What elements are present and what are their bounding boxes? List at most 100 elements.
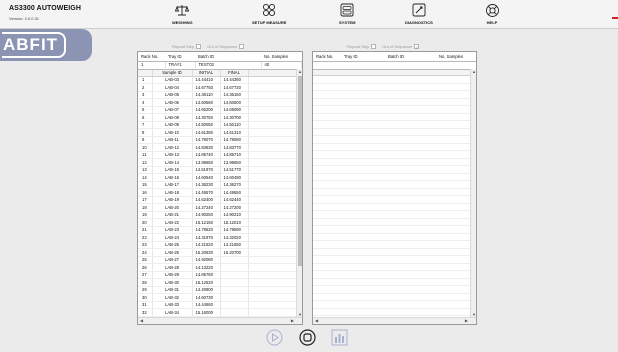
final-weight-cell: 14.90210 [220,211,249,219]
left-vertical-scrollbar[interactable]: ▲ ▼ [296,69,302,317]
left-horizontal-scrollbar[interactable]: ◀ ▶ [138,317,302,324]
final-weight-cell [220,301,249,309]
filler-cell [248,226,297,234]
filler-cell [248,128,297,137]
table-row[interactable]: 13 LAB-15 14.51970 14.51770 [138,166,297,174]
stop-button[interactable] [299,329,316,346]
right-scroll-up-arrow-icon[interactable]: ▲ [471,69,477,74]
sample-id-cell: LAB-34 [152,308,193,317]
row-index: 22 [138,233,153,242]
table-row[interactable]: 17 LAB-19 14.62400 14.62440 [138,196,297,204]
sample-id-cell: LAB-04 [152,83,193,92]
table-row[interactable]: 4 LAB-06 14.60560 14.60600 [138,98,297,107]
right-repeat-step-checkbox[interactable] [371,44,377,49]
row-index: 19 [138,211,153,219]
table-row[interactable]: 27 LAB-29 14.85760 [138,271,297,279]
nav-diagnostics[interactable]: DIAGNOSTICS [405,2,433,27]
filler-cell [248,173,297,182]
initial-weight-cell: 14.60730 [192,293,221,302]
left-options: Repeat Step Out of Sequence [172,44,245,49]
right-repeat-step-option[interactable]: Repeat Step [347,44,377,49]
filler-cell [248,263,297,272]
nav-help[interactable]: HELP [484,2,500,27]
row-index: 12 [138,158,153,167]
table-row[interactable]: 12 LAB-14 13.99650 13.99650 [138,158,297,167]
table-row[interactable]: 22 LAB-24 14.31970 14.32020 [138,233,297,242]
scroll-up-arrow-icon[interactable]: ▲ [297,69,303,74]
filler-cell [248,136,297,144]
final-weight-cell [220,271,249,279]
table-row[interactable]: 14 LAB-16 14.60540 14.60490 [138,173,297,182]
table-row[interactable]: 11 LAB-13 14.85740 14.85710 [138,151,297,159]
table-row[interactable]: 30 LAB-32 14.60730 [138,293,297,302]
sample-id-cell: LAB-15 [152,166,193,174]
initial-weight-cell: 14.92080 [192,256,221,264]
nav-weighing[interactable]: WEIGHING [172,2,193,27]
filler-cell [248,241,297,249]
table-row[interactable]: 25 LAB-27 14.92080 [138,256,297,264]
nav-setup-measure[interactable]: SETUP MEASURE [252,2,286,27]
table-row[interactable]: 26 LAB-28 14.13220 [138,263,297,272]
empty-row [313,166,470,174]
right-vertical-scrollbar[interactable]: ▲ ▼ [470,69,476,317]
right-scroll-right-arrow-icon[interactable]: ▶ [465,318,468,323]
table-row[interactable]: 7 LAB-09 14.50050 14.50110 [138,121,297,129]
table-row[interactable]: 15 LAB-17 14.36230 14.36270 [138,181,297,189]
right-horizontal-scrollbar[interactable]: ◀ ▶ [313,317,476,324]
right-scroll-left-arrow-icon[interactable]: ◀ [315,318,318,323]
empty-row [313,294,470,301]
table-row[interactable]: 9 LAB-11 14.78070 14.78080 [138,136,297,144]
table-row[interactable]: 1 LAB-03 14.44410 14.44360 [138,76,297,84]
row-index: 15 [138,181,153,189]
table-row[interactable]: 24 LAB-26 15.20630 15.20700 [138,248,297,257]
left-rack-row[interactable]: 1 TRAY1 TEST03 40 [138,61,302,68]
filler-cell [248,233,297,242]
table-row[interactable]: 32 LAB-34 15.16000 [138,308,297,317]
play-button[interactable] [266,329,283,346]
nav-system[interactable]: SYSTEM [339,2,355,27]
initial-weight-cell: 15.12150 [192,218,221,227]
row-index: 10 [138,143,153,152]
table-row[interactable]: 31 LAB-33 14.44660 [138,301,297,309]
empty-row [313,91,470,99]
left-out-of-sequence-checkbox[interactable] [239,44,245,49]
table-row[interactable]: 18 LAB-20 14.27240 14.27200 [138,203,297,212]
table-row[interactable]: 10 LAB-12 14.83630 14.83770 [138,143,297,152]
right-out-of-sequence-option[interactable]: Out of Sequence ✓ [382,44,420,50]
left-out-of-sequence-option[interactable]: Out of Sequence [207,44,245,49]
left-repeat-step-checkbox[interactable] [196,44,202,49]
initial-weight-cell: 14.61380 [192,128,221,137]
final-weight-cell [220,256,249,264]
table-row[interactable]: 21 LAB-23 14.78620 14.78590 [138,226,297,234]
scroll-left-arrow-icon[interactable]: ◀ [140,318,143,323]
empty-row [313,189,470,196]
table-row[interactable]: 5 LAB-07 14.65200 14.65090 [138,106,297,114]
table-row[interactable]: 6 LAB-08 14.30750 14.30700 [138,113,297,122]
sample-id-cell: LAB-30 [152,278,193,287]
final-weight-cell: 14.62440 [220,196,249,204]
right-out-of-sequence-checkbox[interactable]: ✓ [414,44,420,50]
row-index: 3 [138,91,153,99]
sample-id-cell: LAB-07 [152,106,193,114]
initial-weight-cell: 14.51970 [192,166,221,174]
empty-row [313,234,470,241]
table-row[interactable]: 19 LAB-21 14.90250 14.90210 [138,211,297,219]
table-row[interactable]: 3 LAB-05 14.36110 14.36150 [138,91,297,99]
initial-weight-cell: 14.67750 [192,83,221,92]
chart-button[interactable] [331,329,348,346]
left-col-rack-no: Rack No. [138,52,165,62]
table-row[interactable]: 20 LAB-22 15.12150 15.12010 [138,218,297,227]
scroll-right-arrow-icon[interactable]: ▶ [291,318,294,323]
sample-id-cell: LAB-31 [152,286,193,294]
table-row[interactable]: 29 LAB-31 14.40800 [138,286,297,294]
empty-row [313,271,470,279]
table-row[interactable]: 16 LAB-18 14.49570 14.49650 [138,188,297,197]
left-repeat-step-option[interactable]: Repeat Step [172,44,202,49]
table-row[interactable]: 2 LAB-04 14.67750 14.67720 [138,83,297,92]
table-row[interactable]: 23 LAB-25 14.21520 14.21550 [138,241,297,249]
table-row[interactable]: 28 LAB-30 15.12520 [138,278,297,287]
filler-cell [248,293,297,302]
table-row[interactable]: 8 LAB-10 14.61380 14.61310 [138,128,297,137]
left-scroll-thumb[interactable] [298,76,302,266]
sample-id-cell: LAB-29 [152,271,193,279]
